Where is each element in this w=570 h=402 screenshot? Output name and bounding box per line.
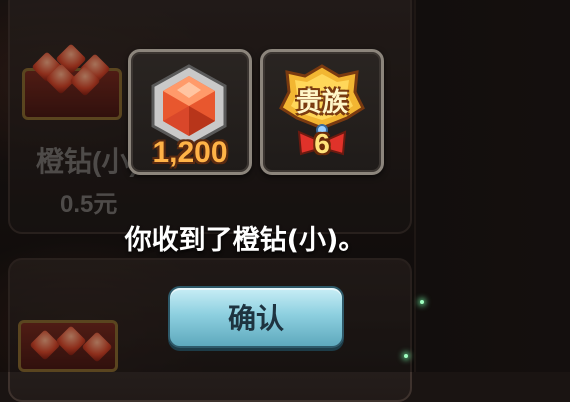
reward-count: 1,200 xyxy=(152,136,228,169)
sparkle-effect xyxy=(404,354,408,358)
reward-slot-noble: 贵族 6 xyxy=(260,49,384,175)
reward-slot-diamond: 1,200 xyxy=(128,49,252,175)
badge-level: 6 xyxy=(314,128,330,159)
reward-message: 你收到了橙钻(小)。 xyxy=(124,225,366,256)
confirm-button[interactable]: 确认 xyxy=(168,286,344,348)
badge-title: 贵族 xyxy=(295,88,348,118)
sparkle-effect xyxy=(420,300,424,304)
